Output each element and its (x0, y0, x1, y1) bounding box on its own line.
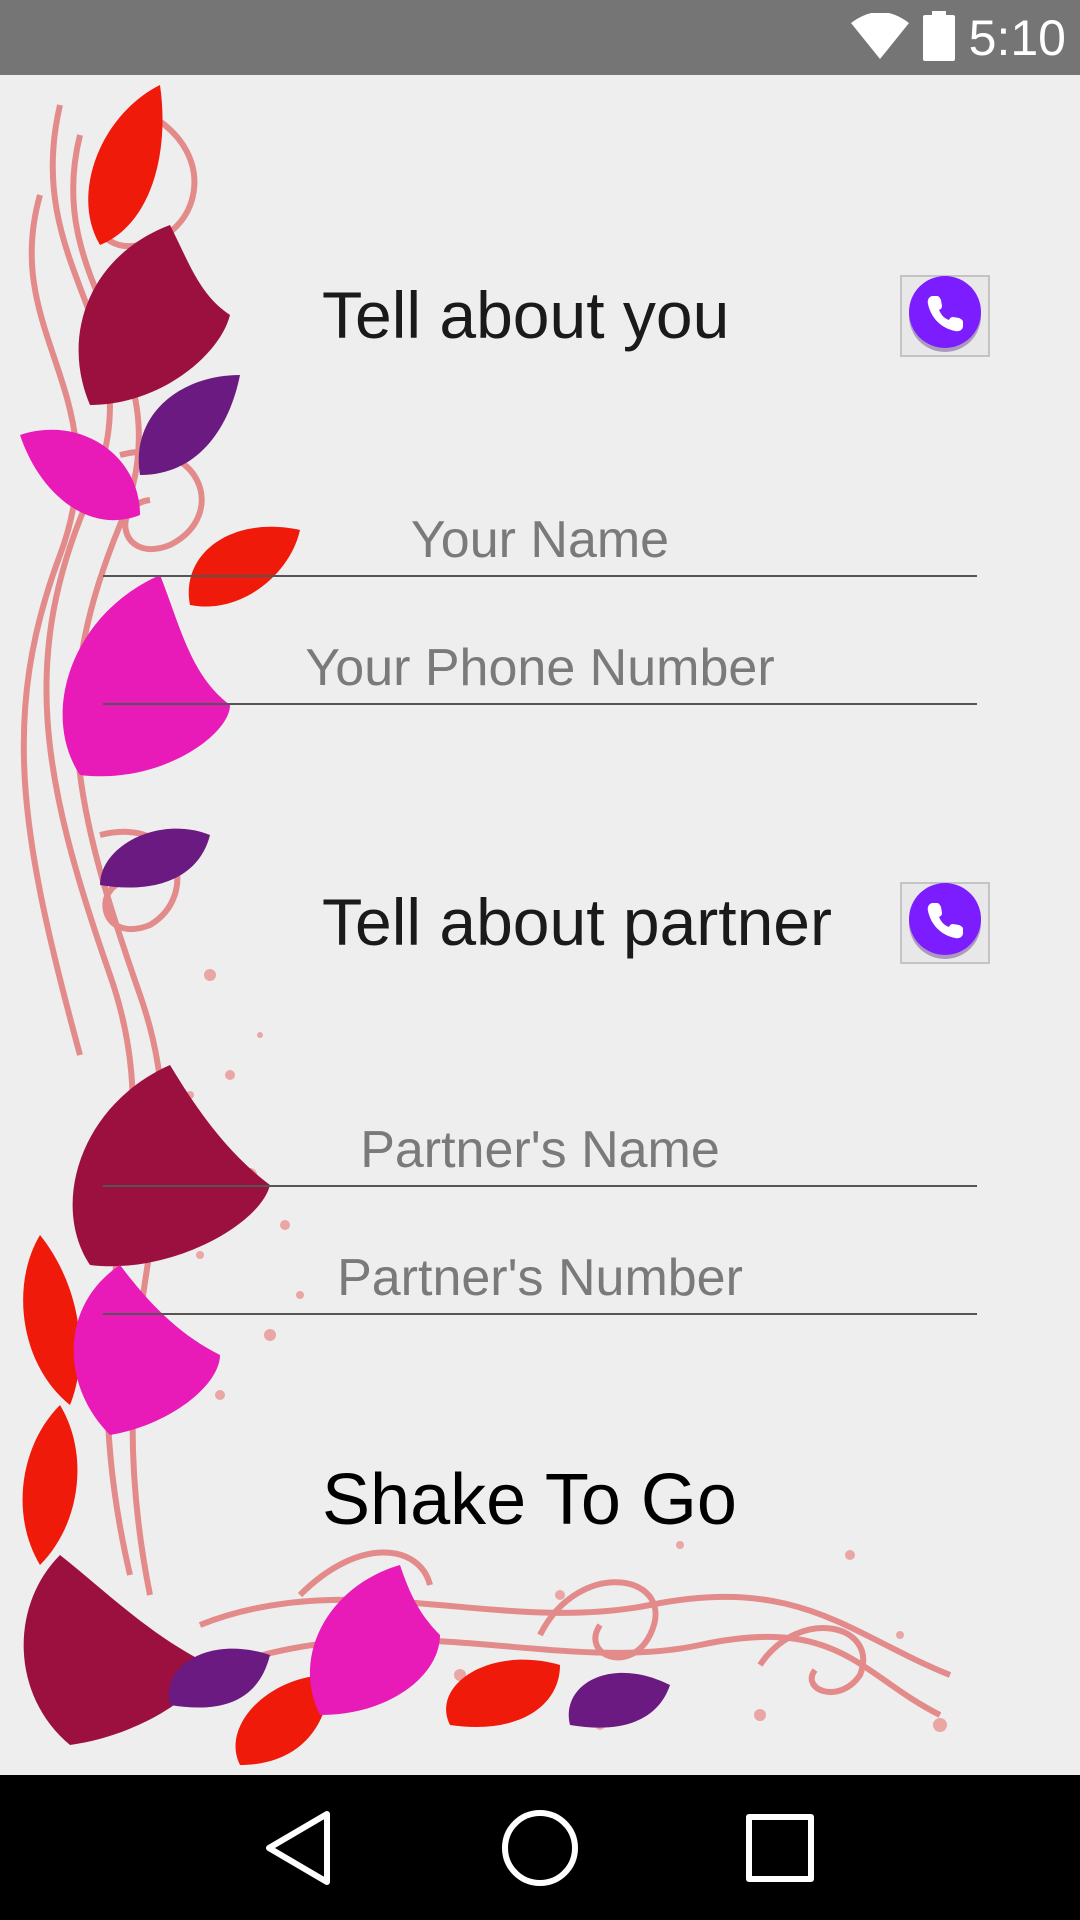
your-name-field[interactable] (103, 505, 977, 577)
app-screen: 5:10 Tell about you Your Name Your Phone… (0, 0, 1080, 1920)
home-icon (500, 1808, 580, 1893)
partner-number-input[interactable] (103, 1243, 977, 1313)
section-title-you: Tell about you (322, 278, 730, 352)
back-icon (263, 1810, 333, 1891)
select-contact-button-partner[interactable] (900, 882, 990, 964)
status-time: 5:10 (968, 10, 1066, 66)
battery-icon (922, 10, 955, 66)
recents-button[interactable] (730, 1805, 830, 1895)
your-phone-input[interactable] (103, 633, 977, 703)
phone-icon (905, 881, 985, 966)
status-icons: 5:10 (850, 10, 1066, 66)
section-title-partner: Tell about partner (322, 885, 832, 959)
back-button[interactable] (248, 1805, 348, 1895)
partner-number-field[interactable] (103, 1243, 977, 1315)
main-content: Tell about you Tell about partner (0, 75, 1080, 1775)
phone-icon (905, 274, 985, 359)
home-button[interactable] (490, 1805, 590, 1895)
select-contact-button-you[interactable] (900, 275, 990, 357)
navigation-bar (0, 1775, 1080, 1920)
your-name-input[interactable] (103, 505, 977, 575)
recents-icon (745, 1813, 815, 1888)
your-phone-field[interactable] (103, 633, 977, 705)
partner-name-input[interactable] (103, 1115, 977, 1185)
partner-name-field[interactable] (103, 1115, 977, 1187)
shake-to-go-label: Shake To Go (322, 1460, 737, 1540)
status-bar: 5:10 (0, 0, 1080, 75)
wifi-icon (850, 11, 909, 64)
